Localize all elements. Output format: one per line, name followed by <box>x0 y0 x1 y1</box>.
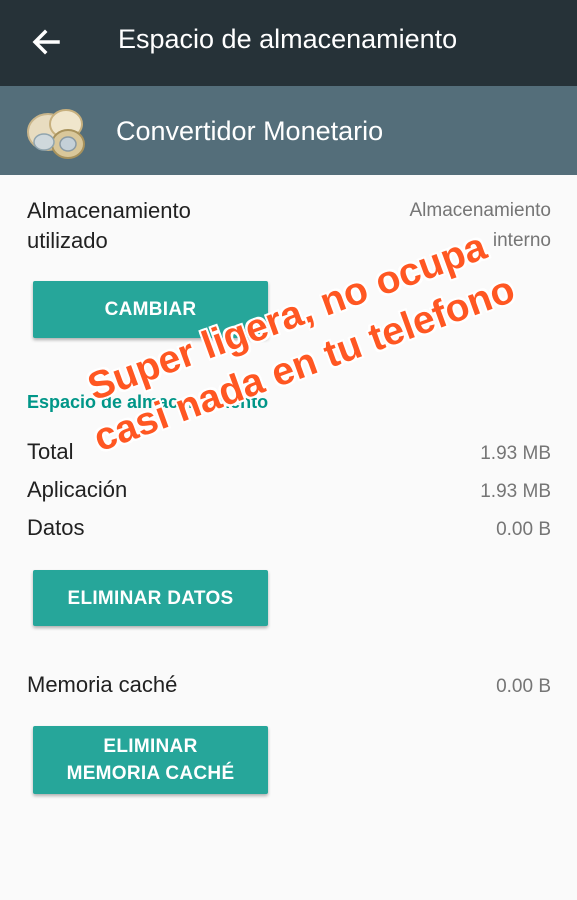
data-size-label: Datos <box>27 515 85 540</box>
total-label: Total <box>27 439 74 464</box>
storage-used-label: Almacenamiento utilizado <box>27 198 191 253</box>
top-app-bar: Espacio de almacenamiento <box>0 0 577 86</box>
app-name: Convertidor Monetario <box>116 116 384 146</box>
clear-cache-button[interactable]: ELIMINAR MEMORIA CACHÉ <box>33 726 268 794</box>
total-value: 1.93 MB <box>480 443 551 464</box>
cache-label: Memoria caché <box>27 672 178 697</box>
page-title: Espacio de almacenamiento <box>118 24 458 54</box>
app-size-label: Aplicación <box>27 477 128 502</box>
data-size-value: 0.00 B <box>496 519 551 540</box>
cache-value: 0.00 B <box>496 676 551 697</box>
back-button[interactable] <box>28 24 64 60</box>
clear-data-button[interactable]: ELIMINAR DATOS <box>33 570 268 626</box>
coins-icon <box>24 106 94 162</box>
app-header: Convertidor Monetario <box>0 86 577 175</box>
arrow-left-icon <box>32 29 60 55</box>
app-size-value: 1.93 MB <box>480 481 551 502</box>
